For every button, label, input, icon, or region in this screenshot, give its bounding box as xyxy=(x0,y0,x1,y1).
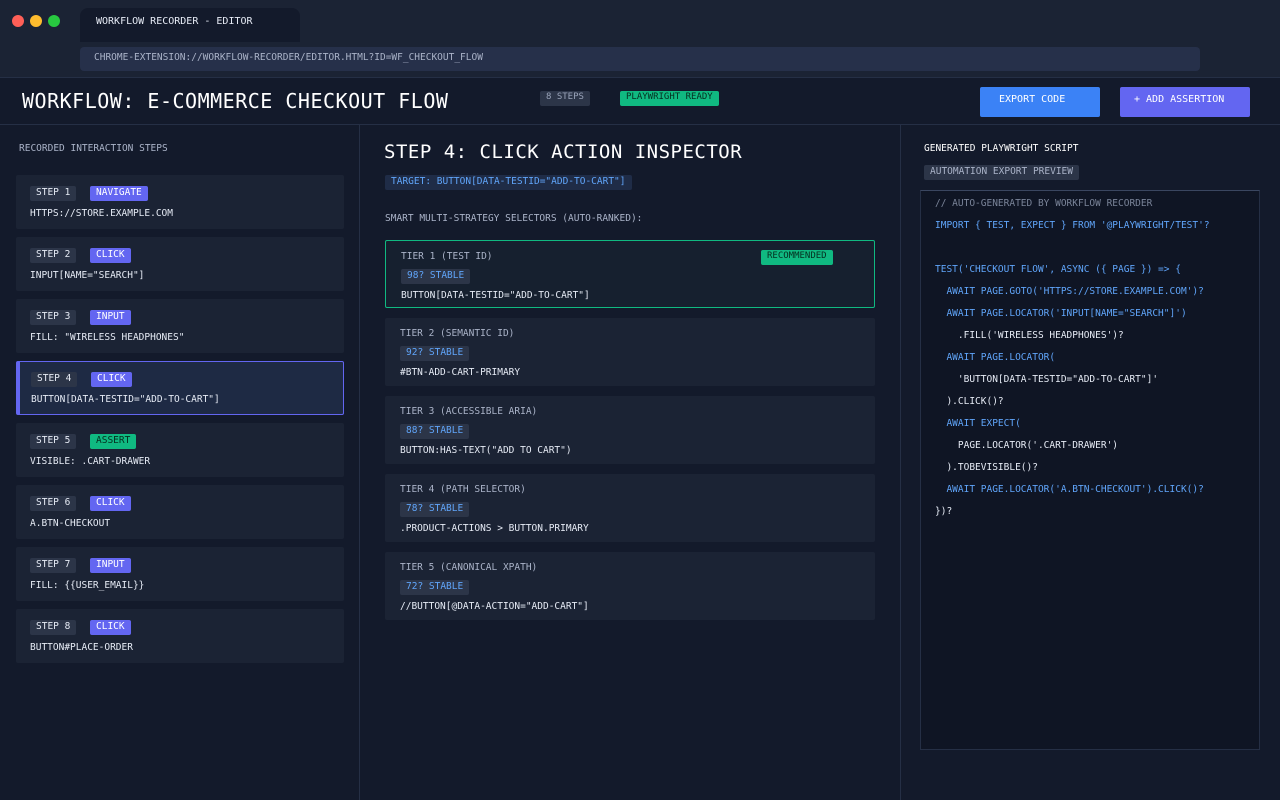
selector-tier-card[interactable]: TIER 3 (ACCESSIBLE ARIA) 88? STABLE BUTTON… xyxy=(385,396,875,464)
tier-name: TIER 3 (ACCESSIBLE ARIA) xyxy=(400,406,538,417)
step-number-badge: STEP 5 xyxy=(30,434,77,449)
step-type-badge: CLICK xyxy=(90,248,131,263)
step-type-badge: ASSERT xyxy=(90,434,137,449)
selector-tier-card[interactable]: TIER 1 (TEST ID) 98? STABLE BUTTON[DATA-TE… xyxy=(385,240,875,308)
address-bar-container: CHROME-EXTENSION://WORKFLOW-RECORDER/EDI… xyxy=(0,42,1280,78)
export-code-button[interactable]: EXPORT CODE xyxy=(980,87,1100,117)
step-number-badge: STEP 6 xyxy=(30,496,77,511)
step-card[interactable]: STEP 6 CLICK A.BTN-CHECKOUT xyxy=(16,485,344,539)
step-card[interactable]: STEP 3 INPUT FILL: "WIRELESS HEADPHONES" xyxy=(16,299,344,353)
step-type-badge: CLICK xyxy=(91,372,132,387)
step-number-badge: STEP 4 xyxy=(31,372,78,387)
tier-name: TIER 4 (PATH SELECTOR) xyxy=(400,484,526,495)
code-line: AWAIT PAGE.LOCATOR('INPUT[NAME="SEARCH"]… xyxy=(935,308,1187,319)
code-line: ).TOBEVISIBLE()? xyxy=(935,462,1038,473)
stability-badge: 98? STABLE xyxy=(401,269,471,284)
steps-panel-heading: RECORDED INTERACTION STEPS xyxy=(19,143,168,154)
target-selector-chip: TARGET: BUTTON[DATA-TESTID="ADD-TO-CART"… xyxy=(385,175,632,190)
step-card[interactable]: STEP 8 CLICK BUTTON#PLACE-ORDER xyxy=(16,609,344,663)
code-line: AWAIT PAGE.LOCATOR( xyxy=(935,352,1056,363)
code-line: ).CLICK()? xyxy=(935,396,1004,407)
add-assertion-button[interactable]: + ADD ASSERTION xyxy=(1120,87,1250,117)
step-detail: FILL: {{USER_EMAIL}} xyxy=(30,580,145,591)
step-detail: BUTTON[DATA-TESTID="ADD-TO-CART"] xyxy=(31,394,220,405)
tier-name: TIER 5 (CANONICAL XPATH) xyxy=(400,562,538,573)
step-number-badge: STEP 1 xyxy=(30,186,77,201)
code-line: PAGE.LOCATOR('.CART-DRAWER') xyxy=(935,440,1119,451)
step-card[interactable]: STEP 2 CLICK INPUT[NAME="SEARCH"] xyxy=(16,237,344,291)
tier-name: TIER 2 (SEMANTIC ID) xyxy=(400,328,515,339)
step-type-badge: NAVIGATE xyxy=(90,186,148,201)
step-detail: INPUT[NAME="SEARCH"] xyxy=(30,270,145,281)
step-number-badge: STEP 3 xyxy=(30,310,77,325)
stability-badge: 92? STABLE xyxy=(400,346,470,361)
tier-name: TIER 1 (TEST ID) xyxy=(401,251,493,262)
code-line: .FILL('WIRELESS HEADPHONES')? xyxy=(935,330,1124,341)
step-number-badge: STEP 8 xyxy=(30,620,77,635)
code-line: })? xyxy=(935,506,953,517)
tier-selector-text: BUTTON[DATA-TESTID="ADD-TO-CART"] xyxy=(401,290,590,301)
recommended-badge: RECOMMENDED xyxy=(761,250,833,265)
code-editor[interactable]: // AUTO-GENERATED BY WORKFLOW RECORDER IM… xyxy=(920,190,1260,750)
selector-tier-card[interactable]: TIER 2 (SEMANTIC ID) 92? STABLE #BTN-ADD-C… xyxy=(385,318,875,386)
stability-badge: 72? STABLE xyxy=(400,580,470,595)
step-number-badge: STEP 2 xyxy=(30,248,77,263)
step-card[interactable]: STEP 7 INPUT FILL: {{USER_EMAIL}} xyxy=(16,547,344,601)
code-line: AWAIT PAGE.LOCATOR('A.BTN-CHECKOUT').CLI… xyxy=(935,484,1204,495)
steps-panel: RECORDED INTERACTION STEPS STEP 1 NAVIGAT… xyxy=(0,125,360,800)
inspector-title: STEP 4: CLICK ACTION INSPECTOR xyxy=(384,141,743,163)
close-window-button[interactable] xyxy=(12,15,24,27)
export-preview-chip: AUTOMATION EXPORT PREVIEW xyxy=(924,165,1079,180)
step-card[interactable]: STEP 1 NAVIGATE HTTPS://STORE.EXAMPLE.COM xyxy=(16,175,344,229)
inspector-panel: STEP 4: CLICK ACTION INSPECTOR TARGET: B… xyxy=(361,125,901,800)
step-number-badge: STEP 7 xyxy=(30,558,77,573)
page-title: WORKFLOW: E-COMMERCE CHECKOUT FLOW xyxy=(22,89,449,113)
steps-count-badge: 8 STEPS xyxy=(540,91,590,106)
tier-selector-text: #BTN-ADD-CART-PRIMARY xyxy=(400,367,521,378)
step-detail: HTTPS://STORE.EXAMPLE.COM xyxy=(30,208,173,219)
selector-tier-card[interactable]: TIER 4 (PATH SELECTOR) 78? STABLE .PRODUCT… xyxy=(385,474,875,542)
code-line: AWAIT EXPECT( xyxy=(935,418,1021,429)
maximize-window-button[interactable] xyxy=(48,15,60,27)
step-card[interactable]: STEP 5 ASSERT VISIBLE: .CART-DRAWER xyxy=(16,423,344,477)
step-detail: A.BTN-CHECKOUT xyxy=(30,518,111,529)
window-titlebar: WORKFLOW RECORDER - EDITOR xyxy=(0,0,1280,42)
browser-tab[interactable]: WORKFLOW RECORDER - EDITOR xyxy=(80,8,300,42)
step-card[interactable]: STEP 4 CLICK BUTTON[DATA-TESTID="ADD-TO-CA… xyxy=(16,361,344,415)
status-badge: PLAYWRIGHT READY xyxy=(620,91,719,106)
step-detail: BUTTON#PLACE-ORDER xyxy=(30,642,133,653)
tier-selector-text: BUTTON:HAS-TEXT("ADD TO CART") xyxy=(400,445,572,456)
selector-tier-card[interactable]: TIER 5 (CANONICAL XPATH) 72? STABLE //BUTT… xyxy=(385,552,875,620)
address-bar[interactable]: CHROME-EXTENSION://WORKFLOW-RECORDER/EDI… xyxy=(80,47,1200,71)
workflow-header: WORKFLOW: E-COMMERCE CHECKOUT FLOW 8 STE… xyxy=(0,79,1280,125)
script-panel: GENERATED PLAYWRIGHT SCRIPT AUTOMATION E… xyxy=(902,125,1280,800)
stability-badge: 78? STABLE xyxy=(400,502,470,517)
code-line: // AUTO-GENERATED BY WORKFLOW RECORDER xyxy=(935,198,1153,209)
step-detail: FILL: "WIRELESS HEADPHONES" xyxy=(30,332,185,343)
tier-selector-text: //BUTTON[@DATA-ACTION="ADD-CART"] xyxy=(400,601,589,612)
code-line: IMPORT { TEST, EXPECT } FROM '@PLAYWRIGH… xyxy=(935,220,1210,231)
stability-badge: 88? STABLE xyxy=(400,424,470,439)
minimize-window-button[interactable] xyxy=(30,15,42,27)
code-line: 'BUTTON[DATA-TESTID="ADD-TO-CART"]' xyxy=(935,374,1159,385)
script-heading: GENERATED PLAYWRIGHT SCRIPT xyxy=(924,143,1079,154)
step-type-badge: INPUT xyxy=(90,310,131,325)
tier-selector-text: .PRODUCT-ACTIONS > BUTTON.PRIMARY xyxy=(400,523,589,534)
selectors-heading: SMART MULTI-STRATEGY SELECTORS (AUTO-RAN… xyxy=(385,213,643,224)
code-line: TEST('CHECKOUT FLOW', ASYNC ({ PAGE }) =… xyxy=(935,264,1181,275)
step-detail: VISIBLE: .CART-DRAWER xyxy=(30,456,151,467)
step-type-badge: CLICK xyxy=(90,620,131,635)
code-line: AWAIT PAGE.GOTO('HTTPS://STORE.EXAMPLE.C… xyxy=(935,286,1204,297)
step-type-badge: INPUT xyxy=(90,558,131,573)
step-type-badge: CLICK xyxy=(90,496,131,511)
